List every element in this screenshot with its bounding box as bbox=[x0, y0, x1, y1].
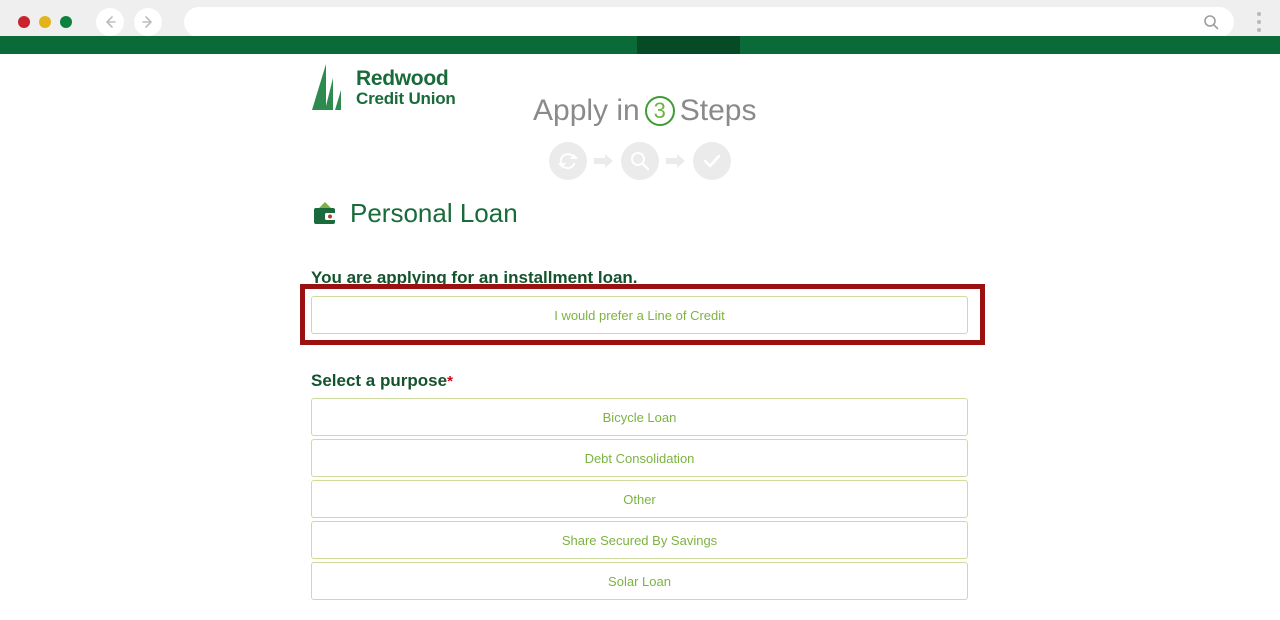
kebab-dot bbox=[1257, 20, 1261, 24]
required-asterisk: * bbox=[447, 373, 453, 390]
back-arrow-icon bbox=[106, 16, 116, 28]
window-maximize-button[interactable] bbox=[60, 16, 72, 28]
purpose-options-list: Bicycle Loan Debt Consolidation Other Sh… bbox=[311, 398, 968, 600]
site-nav-active-item[interactable] bbox=[637, 36, 740, 54]
browser-menu-button[interactable] bbox=[1248, 7, 1270, 37]
apply-heading-after: Steps bbox=[679, 94, 757, 127]
purpose-label-text: Select a purpose bbox=[311, 371, 448, 390]
browser-nav-buttons bbox=[96, 8, 162, 36]
purpose-option-other[interactable]: Other bbox=[311, 480, 968, 518]
window-traffic-lights bbox=[18, 16, 72, 28]
forward-button[interactable] bbox=[134, 8, 162, 36]
arrow-right-icon bbox=[594, 154, 613, 168]
kebab-dot bbox=[1257, 28, 1261, 32]
brand-name-line1: Redwood bbox=[356, 67, 449, 91]
refresh-cycle-icon bbox=[558, 153, 578, 170]
wallet-icon bbox=[314, 201, 336, 224]
purpose-option-debt-consolidation[interactable]: Debt Consolidation bbox=[311, 439, 968, 477]
site-navigation-bar bbox=[0, 36, 1280, 54]
kebab-dot bbox=[1257, 12, 1261, 16]
page-content: Redwood Credit Union Apply in 3 Steps Pe… bbox=[0, 54, 1280, 620]
step-indicator bbox=[549, 142, 731, 180]
apply-heading-before: Apply in bbox=[533, 94, 640, 127]
window-close-button[interactable] bbox=[18, 16, 30, 28]
step-arrow-2 bbox=[663, 149, 689, 173]
purpose-option-bicycle-loan[interactable]: Bicycle Loan bbox=[311, 398, 968, 436]
brand-logo[interactable]: Redwood Credit Union bbox=[310, 64, 456, 112]
arrow-right-icon bbox=[666, 154, 685, 168]
page-title: Personal Loan bbox=[312, 198, 518, 229]
apply-steps-heading: Apply in 3 Steps bbox=[533, 94, 756, 128]
apply-step-count-badge: 3 bbox=[644, 96, 675, 126]
step-1-circle bbox=[549, 142, 587, 180]
back-button[interactable] bbox=[96, 8, 124, 36]
address-bar[interactable] bbox=[184, 7, 1234, 37]
purpose-label: Select a purpose* bbox=[311, 371, 453, 391]
brand-name-line2: Credit Union bbox=[356, 89, 456, 109]
step-3-circle bbox=[693, 142, 731, 180]
search-icon[interactable] bbox=[1202, 13, 1220, 31]
line-of-credit-button-wrapper: I would prefer a Line of Credit bbox=[311, 296, 968, 334]
line-of-credit-button[interactable]: I would prefer a Line of Credit bbox=[311, 296, 968, 334]
forward-arrow-icon bbox=[142, 16, 152, 28]
magnifier-icon bbox=[631, 152, 650, 171]
page-title-text: Personal Loan bbox=[350, 198, 518, 228]
checkmark-icon bbox=[703, 154, 721, 168]
purpose-option-share-secured-by-savings[interactable]: Share Secured By Savings bbox=[311, 521, 968, 559]
window-minimize-button[interactable] bbox=[39, 16, 51, 28]
purpose-option-solar-loan[interactable]: Solar Loan bbox=[311, 562, 968, 600]
step-2-circle bbox=[621, 142, 659, 180]
redwood-tree-logo-icon bbox=[312, 64, 341, 110]
step-arrow-1 bbox=[591, 149, 617, 173]
